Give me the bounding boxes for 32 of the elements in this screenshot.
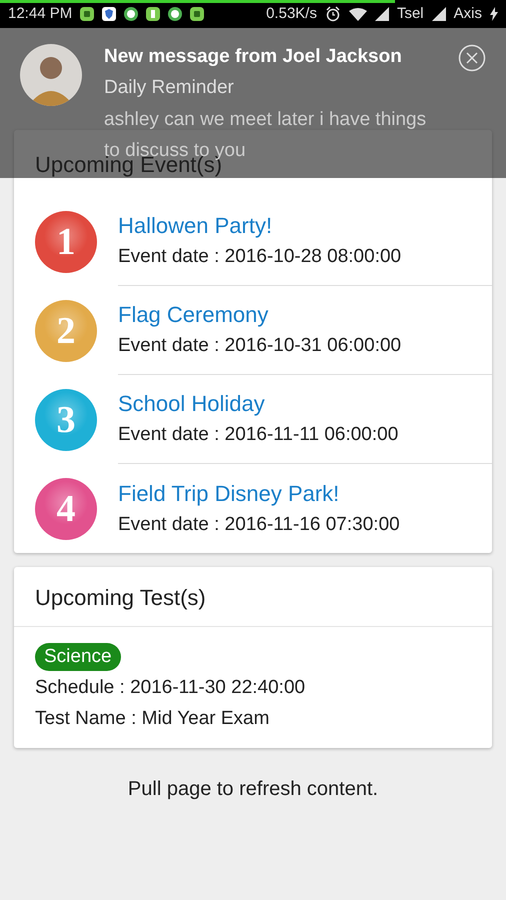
test-schedule: Schedule : 2016-11-30 22:40:00 xyxy=(35,676,306,700)
card-title: Upcoming Test(s) xyxy=(14,567,492,627)
alarm-icon xyxy=(324,6,341,22)
signal-icon xyxy=(432,7,446,21)
signal-icon xyxy=(374,7,389,21)
status-time: 12:44 PM xyxy=(8,4,72,24)
refresh-hint: Pull page to refresh content. xyxy=(126,777,380,802)
app-notification-icon xyxy=(190,7,204,21)
event-title[interactable]: School Holiday xyxy=(118,391,492,417)
number-badge: 2 xyxy=(35,300,97,362)
app-notification-icon xyxy=(80,7,94,21)
event-title[interactable]: Hallowen Party! xyxy=(118,213,492,239)
event-date: Event date : 2016-10-28 08:00:00 xyxy=(118,245,402,269)
network-speed: 0.53K/s xyxy=(266,4,317,24)
carrier-name: Axis xyxy=(454,4,482,24)
close-button[interactable] xyxy=(458,44,486,72)
test-name: Test Name : Mid Year Exam xyxy=(35,707,270,731)
event-date: Event date : 2016-11-16 07:30:00 xyxy=(118,512,401,536)
carrier-name: Tsel xyxy=(396,4,424,24)
number-badge: 3 xyxy=(35,388,97,450)
number-badge: 4 xyxy=(35,478,97,540)
notification-subtitle: Daily Reminder xyxy=(104,76,235,100)
subject-tag: Science xyxy=(35,643,121,671)
number-badge: 1 xyxy=(35,210,97,272)
event-title[interactable]: Flag Ceremony xyxy=(118,302,492,328)
event-date: Event date : 2016-11-11 06:00:00 xyxy=(118,423,400,447)
notification-title: New message from Joel Jackson xyxy=(104,45,403,69)
event-date: Event date : 2016-10-31 06:00:00 xyxy=(118,334,402,358)
wifi-icon xyxy=(348,8,367,20)
charging-icon xyxy=(490,7,498,21)
shield-icon xyxy=(102,7,116,21)
event-title[interactable]: Field Trip Disney Park! xyxy=(118,480,492,506)
